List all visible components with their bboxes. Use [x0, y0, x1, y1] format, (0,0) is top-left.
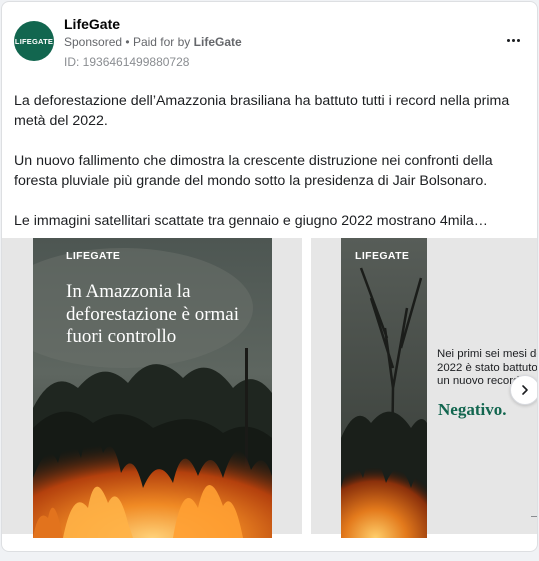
- body-paragraph: Un nuovo fallimento che dimostra la cres…: [14, 153, 493, 189]
- image-carousel: LIFEGATE In Amazzonia la deforestazione …: [2, 238, 538, 540]
- body-paragraph: Le immagini satellitari scattate tra gen…: [14, 213, 488, 229]
- ad-id: ID: 1936461499880728: [64, 55, 190, 69]
- more-horizontal-icon: [506, 38, 510, 42]
- carousel-card-image[interactable]: LIFEGATE In Amazzonia la deforestazione …: [33, 238, 272, 538]
- ad-post-card: LIFEGATE LifeGate Sponsored • Paid for b…: [1, 1, 538, 552]
- body-paragraph: La deforestazione dell’Amazzonia brasili…: [14, 93, 510, 129]
- carousel-card-image[interactable]: LIFEGATE: [341, 238, 427, 538]
- slide-accent-word: Negativo.: [438, 400, 507, 419]
- slide-copy-line: Nei primi sei mesi del: [437, 348, 538, 360]
- more-options-button[interactable]: [501, 30, 525, 50]
- page-avatar[interactable]: LIFEGATE: [14, 21, 54, 61]
- slide-brand-label: LIFEGATE: [66, 250, 121, 262]
- divider-mark: [531, 516, 537, 517]
- slide-copy-line: 2022 è stato battuto: [437, 361, 538, 374]
- carousel-next-button[interactable]: [510, 375, 537, 405]
- more-horizontal-icon: [516, 38, 520, 42]
- page-name-link[interactable]: LifeGate: [64, 16, 120, 32]
- slide-brand-label: LIFEGATE: [355, 250, 410, 262]
- avatar-logo-text: LIFEGATE: [14, 36, 54, 46]
- post-body: La deforestazione dell’Amazzonia brasili…: [14, 91, 519, 231]
- paid-for-name: LifeGate: [193, 35, 242, 49]
- post-header: LIFEGATE LifeGate Sponsored • Paid for b…: [14, 14, 525, 74]
- chevron-right-icon: [522, 385, 528, 395]
- slide-headline: In Amazzonia la deforestazione è ormai f…: [66, 281, 240, 347]
- more-horizontal-icon: [511, 38, 515, 42]
- sponsored-meta: Sponsored • Paid for by LifeGate: [64, 35, 242, 49]
- meta-separator: •: [125, 35, 130, 49]
- paid-for-prefix: Paid for by: [132, 35, 191, 49]
- sponsored-label: Sponsored: [64, 35, 123, 49]
